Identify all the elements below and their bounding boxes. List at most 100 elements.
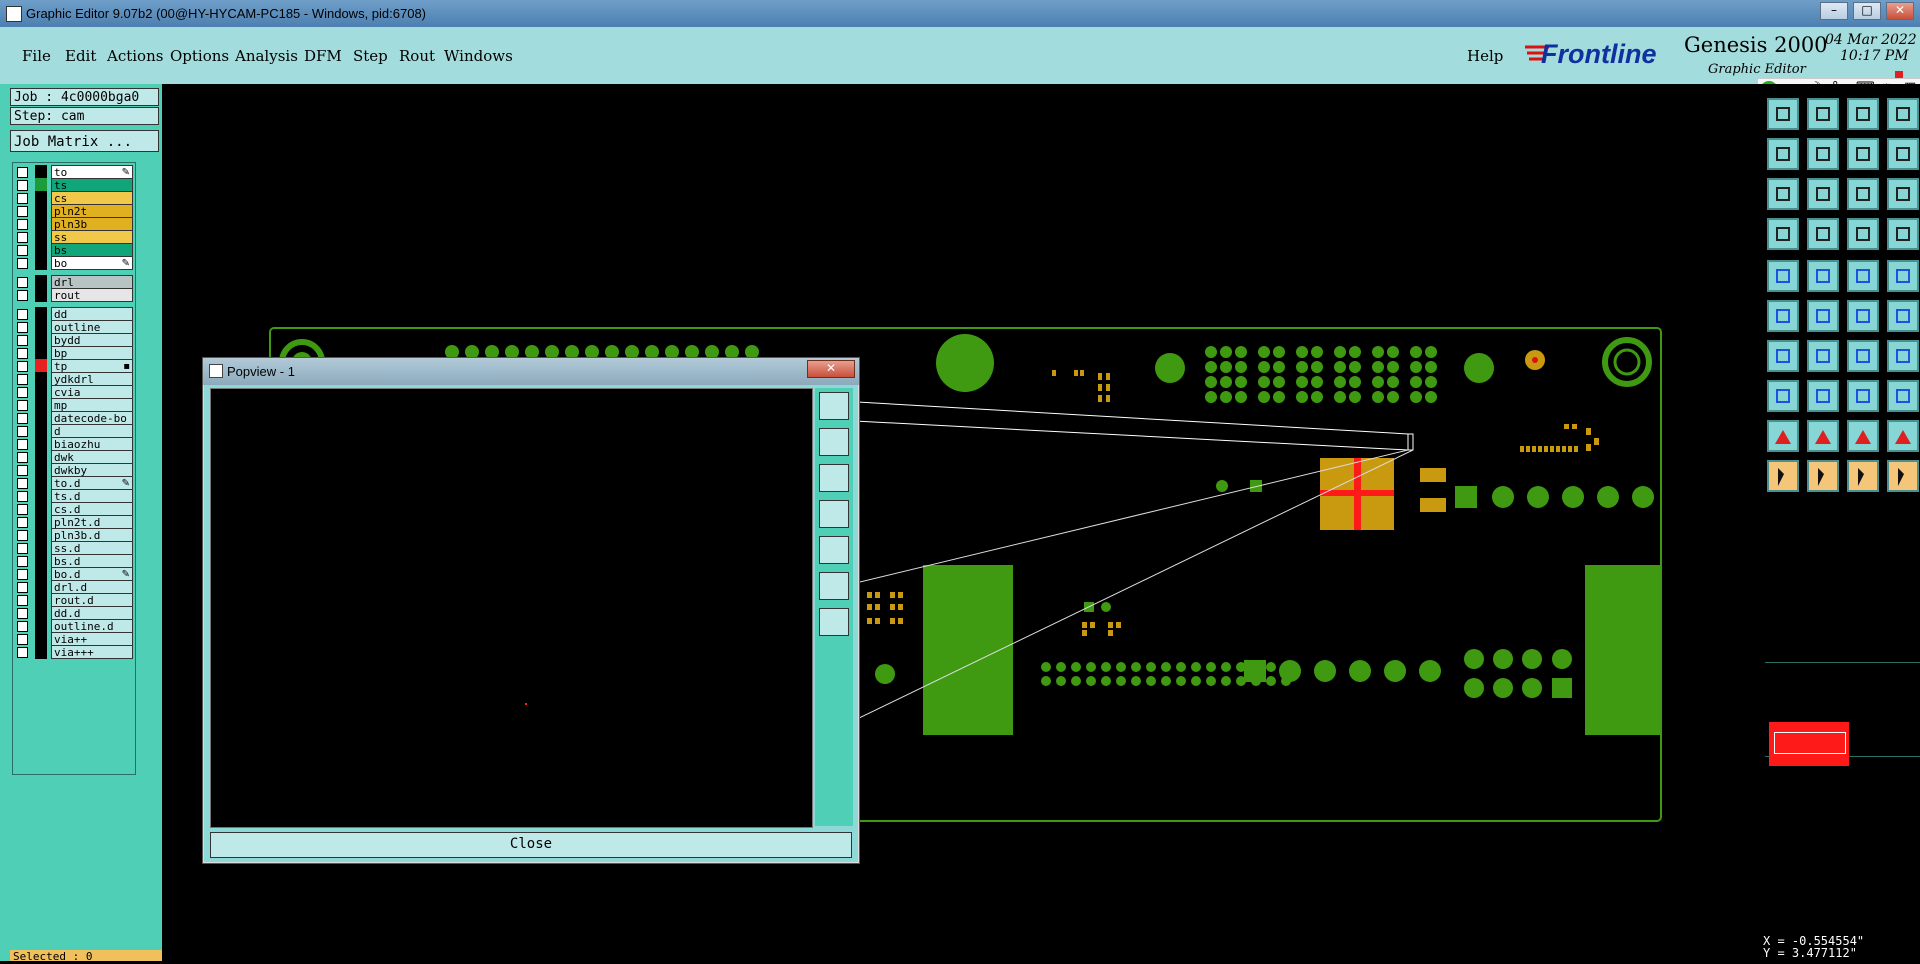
layer-name[interactable]: d [51, 424, 133, 438]
layer-checkbox[interactable] [17, 530, 28, 541]
layer-color-swatch[interactable] [35, 411, 47, 425]
layer-name[interactable]: bo ✎ [51, 256, 133, 270]
layer-name[interactable]: dd.d [51, 606, 133, 620]
layer-color-swatch[interactable] [35, 243, 47, 257]
layer-name[interactable]: outline [51, 320, 133, 334]
layer-color-swatch[interactable] [35, 165, 47, 179]
layer-color-swatch[interactable] [35, 320, 47, 334]
layer-checkbox[interactable] [17, 206, 28, 217]
layer-color-swatch[interactable] [35, 372, 47, 386]
layer-name[interactable]: pln3b.d [51, 528, 133, 542]
layer-checkbox[interactable] [17, 400, 28, 411]
layer-color-swatch[interactable] [35, 476, 47, 490]
layer-name[interactable]: drl.d [51, 580, 133, 594]
swap-icon[interactable] [1847, 138, 1879, 170]
layer-name[interactable]: datecode-bo [51, 411, 133, 425]
layer-checkbox[interactable] [17, 569, 28, 580]
pan-left-tool-icon[interactable] [819, 500, 849, 528]
zoom-home-tool-icon[interactable] [819, 608, 849, 636]
route-icon[interactable] [1847, 300, 1879, 332]
layer-color-swatch[interactable] [35, 230, 47, 244]
layer-color-swatch[interactable] [35, 178, 47, 192]
layer-checkbox[interactable] [17, 232, 28, 243]
layer-color-swatch[interactable] [35, 450, 47, 464]
layer-row[interactable]: bs.d [15, 554, 133, 568]
menu-dfm[interactable]: DFM [304, 47, 342, 65]
layer-name[interactable]: bs.d [51, 554, 133, 568]
layer-name[interactable]: ts [51, 178, 133, 192]
menu-options[interactable]: Options [170, 47, 229, 65]
layer-row[interactable]: ss [15, 230, 133, 244]
step-icon[interactable] [1887, 138, 1919, 170]
layer-row[interactable]: pln3b [15, 217, 133, 231]
layer-checkbox[interactable] [17, 491, 28, 502]
pan-up-tool-icon[interactable] [819, 428, 849, 456]
layer-color-swatch[interactable] [35, 307, 47, 321]
layer-checkbox[interactable] [17, 167, 28, 178]
layer-name[interactable]: bydd [51, 333, 133, 347]
layer-color-swatch[interactable] [35, 333, 47, 347]
layer-row[interactable]: outline.d [15, 619, 133, 633]
triangle-fill-icon[interactable] [1847, 420, 1879, 452]
layer-checkbox[interactable] [17, 361, 28, 372]
layer-name[interactable]: cs.d [51, 502, 133, 516]
net-icon[interactable] [1847, 218, 1879, 250]
grid-icon[interactable] [1807, 218, 1839, 250]
layer-name[interactable]: pln3b [51, 217, 133, 231]
layer-color-swatch[interactable] [35, 541, 47, 555]
layer-name[interactable]: drl [51, 275, 133, 289]
layer-row[interactable]: ts.d [15, 489, 133, 503]
layer-checkbox[interactable] [17, 439, 28, 450]
route-alt-icon[interactable] [1887, 300, 1919, 332]
zoom-out-tool-icon[interactable] [819, 572, 849, 600]
layer-row[interactable]: datecode-bo [15, 411, 133, 425]
layer-checkbox[interactable] [17, 647, 28, 658]
popview-close-button[interactable]: Close [210, 832, 852, 858]
minimize-button[interactable]: – [1820, 2, 1848, 20]
measure-icon[interactable] [1767, 218, 1799, 250]
pad-icon[interactable] [1767, 260, 1799, 292]
layer-checkbox[interactable] [17, 277, 28, 288]
layer-checkbox[interactable] [17, 258, 28, 269]
layer-row[interactable]: pln3b.d [15, 528, 133, 542]
display-icon[interactable] [1847, 98, 1879, 130]
net-alt-icon[interactable] [1887, 218, 1919, 250]
layer-checkbox[interactable] [17, 180, 28, 191]
layer-checkbox[interactable] [17, 452, 28, 463]
layer-row[interactable]: bydd [15, 333, 133, 347]
layer-checkbox[interactable] [17, 517, 28, 528]
layer-checkbox[interactable] [17, 621, 28, 632]
zoom-window-tool-icon[interactable] [819, 392, 849, 420]
select-plus-icon[interactable] [1847, 460, 1879, 492]
layer-color-swatch[interactable] [35, 632, 47, 646]
open-icon[interactable] [1767, 98, 1799, 130]
layer-color-swatch[interactable] [35, 191, 47, 205]
layer-row[interactable]: cs.d [15, 502, 133, 516]
save-icon[interactable] [1807, 98, 1839, 130]
layer-color-swatch[interactable] [35, 398, 47, 412]
select-alt-icon[interactable] [1807, 460, 1839, 492]
layer-name[interactable]: outline.d [51, 619, 133, 633]
align-icon[interactable] [1847, 380, 1879, 412]
layer-row[interactable]: rout [15, 288, 133, 302]
arc-icon[interactable] [1847, 340, 1879, 372]
layer-row[interactable]: via++ [15, 632, 133, 646]
layer-name[interactable]: dwk [51, 450, 133, 464]
layer-name[interactable]: dwkby [51, 463, 133, 477]
layer-checkbox[interactable] [17, 413, 28, 424]
layer-name[interactable]: to.d ✎ [51, 476, 133, 490]
select-icon[interactable] [1767, 460, 1799, 492]
menu-rout[interactable]: Rout [399, 47, 435, 65]
layer-row[interactable]: to.d ✎ [15, 476, 133, 490]
triangle-outline-icon[interactable] [1887, 420, 1919, 452]
layer-row[interactable]: ss.d [15, 541, 133, 555]
pan-down-tool-icon[interactable] [819, 464, 849, 492]
menu-help[interactable]: Help [1467, 47, 1503, 65]
layer-color-swatch[interactable] [35, 359, 47, 373]
popview-canvas[interactable] [210, 388, 813, 828]
layer-checkbox[interactable] [17, 465, 28, 476]
job-matrix-button[interactable]: Job Matrix ... [10, 130, 159, 152]
layer-row[interactable]: dwkby [15, 463, 133, 477]
layer-row[interactable]: to ✎ [15, 165, 133, 179]
angle-icon[interactable] [1767, 340, 1799, 372]
